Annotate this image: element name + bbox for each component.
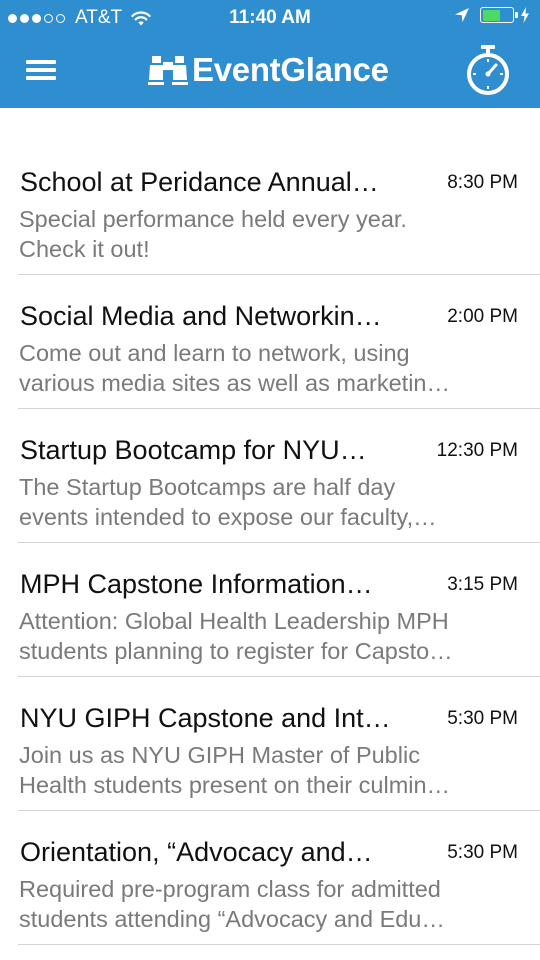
event-list-item[interactable]: School at Peridance Annual… 8:30 PM Spec…: [18, 141, 540, 275]
timer-button[interactable]: [464, 44, 512, 96]
event-list-item[interactable]: MPH Capstone Information… 3:15 PM Attent…: [18, 543, 540, 677]
event-title: NYU GIPH Capstone and Int…: [20, 703, 391, 733]
event-list-item[interactable]: Startup Bootcamp for NYU… 12:30 PM The S…: [18, 409, 540, 543]
event-description: Attention: Global Health Leadership MPH …: [19, 607, 509, 666]
event-description: Come out and learn to network, using var…: [19, 339, 509, 398]
status-bar: AT&T 11:40 AM: [0, 0, 540, 36]
event-list-item[interactable]: Social Media and Networkin… 2:00 PM Come…: [18, 275, 540, 409]
event-description: Special performance held every year. Che…: [19, 205, 509, 264]
location-arrow-icon: [455, 8, 469, 22]
battery-tip: [515, 12, 518, 18]
battery-level-fill: [482, 9, 501, 21]
event-title: MPH Capstone Information…: [20, 569, 373, 599]
event-description: The Startup Bootcamps are half day event…: [19, 473, 509, 532]
app-logo: EventGlance: [148, 50, 389, 90]
app-header: AT&T 11:40 AM EventGlance: [0, 0, 540, 108]
event-description-line: students planning to register for Capsto…: [19, 637, 453, 664]
event-title: Startup Bootcamp for NYU…: [20, 435, 367, 465]
event-description-line: Required pre-program class for admitted: [19, 876, 441, 902]
status-right: [454, 7, 530, 23]
hamburger-menu-icon: [26, 76, 56, 80]
event-description: Required pre-program class for admitted …: [19, 875, 509, 934]
binoculars-icon: [148, 56, 188, 85]
event-title: Social Media and Networkin…: [20, 301, 382, 331]
battery-icon: [480, 7, 518, 23]
app-name: EventGlance: [192, 51, 389, 88]
event-list: School at Peridance Annual… 8:30 PM Spec…: [0, 108, 540, 945]
event-description-line: Special performance held every year.: [19, 206, 407, 232]
event-list-item[interactable]: NYU GIPH Capstone and Int… 5:30 PM Join …: [18, 677, 540, 811]
hamburger-menu-icon: [26, 60, 56, 64]
event-time: 5:30 PM: [447, 842, 518, 863]
event-time: 8:30 PM: [447, 172, 518, 193]
charging-bolt-icon: [521, 7, 529, 23]
event-description-line: Check it out!: [19, 235, 150, 262]
event-title: School at Peridance Annual…: [20, 167, 379, 197]
event-time: 3:15 PM: [447, 574, 518, 595]
event-description-line: Attention: Global Health Leadership MPH: [19, 608, 449, 634]
event-description-line: events intended to expose our faculty,…: [19, 503, 437, 530]
event-description-line: Health students present on their culmin…: [19, 771, 451, 798]
event-description-line: Come out and learn to network, using: [19, 340, 410, 366]
event-description-line: various media sites as well as marketin…: [19, 369, 450, 396]
menu-button[interactable]: [26, 56, 58, 84]
event-description-line: Join us as NYU GIPH Master of Public: [19, 742, 420, 768]
hamburger-menu-icon: [26, 68, 56, 72]
event-time: 12:30 PM: [436, 440, 518, 461]
event-description-line: The Startup Bootcamps are half day: [19, 474, 396, 500]
event-time: 2:00 PM: [447, 306, 518, 327]
stopwatch-icon: [467, 45, 509, 95]
event-description-line: students attending “Advocacy and Edu…: [19, 905, 445, 932]
event-description: Join us as NYU GIPH Master of Public Hea…: [19, 741, 509, 800]
event-list-item[interactable]: Orientation, “Advocacy and… 5:30 PM Requ…: [18, 811, 540, 945]
event-title: Orientation, “Advocacy and…: [20, 837, 373, 867]
event-time: 5:30 PM: [447, 708, 518, 729]
